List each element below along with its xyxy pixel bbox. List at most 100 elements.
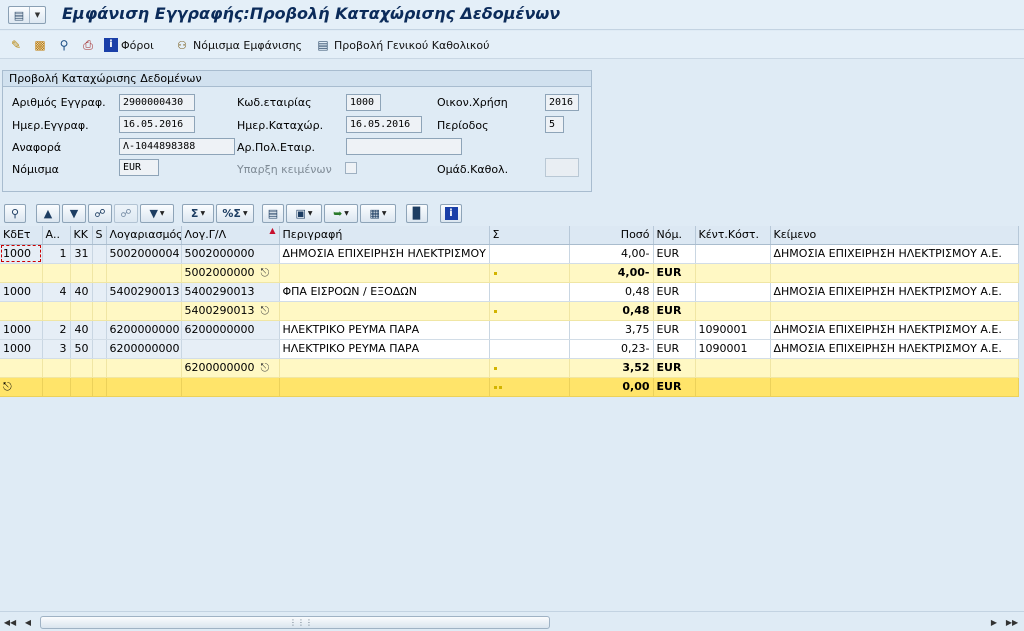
- column-header[interactable]: Α..: [42, 226, 71, 245]
- cell-account[interactable]: 6200000000: [106, 339, 182, 359]
- subtotal-button[interactable]: %Σ ▼: [216, 204, 254, 223]
- export-button[interactable]: ➥ ▼: [324, 204, 358, 223]
- cell-sigma[interactable]: [489, 320, 570, 340]
- cell-currency[interactable]: EUR: [653, 339, 696, 359]
- cell-item[interactable]: 2: [42, 320, 71, 340]
- subtotal-row[interactable]: 5002000000 ⎋ 4,00- EUR: [0, 263, 1019, 283]
- cell-gl-account[interactable]: 5002000000: [181, 244, 280, 264]
- sort-descending-button[interactable]: ▼: [62, 204, 86, 223]
- horizontal-scrollbar[interactable]: ◀◀ ◀ ⋮⋮⋮ ▶ ▶▶: [0, 611, 1024, 631]
- information-button[interactable]: i: [440, 204, 462, 223]
- scroll-left-button[interactable]: ◀: [20, 615, 36, 630]
- print-button[interactable]: ⎙: [80, 35, 96, 55]
- cell-company-code[interactable]: 1000: [0, 339, 43, 359]
- subtotal-amount[interactable]: 3,52: [569, 358, 654, 378]
- subtotal-amount[interactable]: 4,00-: [569, 263, 654, 283]
- column-header[interactable]: Λογαριασμός: [106, 226, 182, 245]
- cell-amount[interactable]: 0,23-: [569, 339, 654, 359]
- column-header[interactable]: Νόμ.: [653, 226, 696, 245]
- cell-gl-account[interactable]: 5400290013: [181, 282, 280, 302]
- views-button[interactable]: ▣ ▼: [286, 204, 322, 223]
- table-row[interactable]: 1000 2 40 6200000000 6200000000 ΗΛΕΚΤΡΙΚ…: [0, 320, 1019, 340]
- total-button[interactable]: Σ ▼: [182, 204, 214, 223]
- table-row[interactable]: 1000 1 31 5002000004 5002000000 ΔΗΜΟΣΙΑ …: [0, 244, 1019, 264]
- posting-date-field[interactable]: 16.05.2016: [346, 116, 422, 133]
- cell-company-code[interactable]: 1000: [0, 320, 43, 340]
- subtotal-currency[interactable]: EUR: [653, 358, 696, 378]
- cell-gl-account[interactable]: [181, 339, 280, 359]
- cell-item[interactable]: 3: [42, 339, 71, 359]
- currency-field[interactable]: EUR: [119, 159, 159, 176]
- cell-currency[interactable]: EUR: [653, 282, 696, 302]
- cell-amount[interactable]: 0,48: [569, 282, 654, 302]
- texts-exist-checkbox[interactable]: [345, 162, 357, 174]
- column-header[interactable]: Κέντ.Κόστ.: [695, 226, 771, 245]
- column-header[interactable]: Σ: [489, 226, 570, 245]
- subtotal-currency[interactable]: EUR: [653, 263, 696, 283]
- doc-date-field[interactable]: 16.05.2016: [119, 116, 195, 133]
- partner-company-field[interactable]: [346, 138, 462, 155]
- cell-special-gl[interactable]: [92, 282, 107, 302]
- cell-cost-center[interactable]: [695, 282, 771, 302]
- cell-text[interactable]: ΔΗΜΟΣΙΑ ΕΠΙΧΕΙΡΗΣΗ ΗΛΕΚΤΡΙΣΜΟΥ Α.Ε.: [770, 339, 1019, 359]
- cell-item[interactable]: 1: [42, 244, 71, 264]
- column-header[interactable]: Κείμενο: [770, 226, 1019, 245]
- print-preview-button[interactable]: ▤: [262, 204, 284, 223]
- column-header-gl-account[interactable]: Λογ.Γ/Λ ▲: [181, 226, 280, 245]
- subtotal-row[interactable]: 6200000000 ⎋ 3,52 EUR: [0, 358, 1019, 378]
- table-row[interactable]: 1000 4 40 5400290013 5400290013 ΦΠΑ ΕΙΣΡ…: [0, 282, 1019, 302]
- cell-text[interactable]: ΔΗΜΟΣΙΑ ΕΠΙΧΕΙΡΗΣΗ ΗΛΕΚΤΡΙΣΜΟΥ Α.Ε.: [770, 282, 1019, 302]
- period-field[interactable]: 5: [545, 116, 564, 133]
- cell-cost-center[interactable]: 1090001: [695, 320, 771, 340]
- cell-special-gl[interactable]: [92, 244, 107, 264]
- scroll-right-button[interactable]: ▶: [986, 615, 1002, 630]
- cell-description[interactable]: ΦΠΑ ΕΙΣΡΟΩΝ / ΕΞΟΔΩΝ: [279, 282, 490, 302]
- cell-gl-account[interactable]: 6200000000: [181, 320, 280, 340]
- reference-field[interactable]: Λ-1044898388: [119, 138, 235, 155]
- cell-cost-center[interactable]: [695, 244, 771, 264]
- column-header[interactable]: ΚΚ: [70, 226, 93, 245]
- grand-total-row[interactable]: ⎋ 0,00 EUR: [0, 377, 1019, 397]
- document-header-button[interactable]: ▩: [32, 35, 48, 55]
- system-menu-button[interactable]: ▤ ▼: [8, 6, 46, 24]
- find-button[interactable]: ☍: [88, 204, 112, 223]
- subtotal-gl-account[interactable]: 6200000000 ⎋: [181, 358, 280, 378]
- cell-special-gl[interactable]: [92, 320, 107, 340]
- subtotal-amount[interactable]: 0,48: [569, 301, 654, 321]
- general-ledger-view-button[interactable]: ▤ Προβολή Γενικού Καθολικού: [315, 35, 489, 55]
- ledger-group-field[interactable]: [545, 158, 579, 177]
- cell-text[interactable]: ΔΗΜΟΣΙΑ ΕΠΙΧΕΙΡΗΣΗ ΗΛΕΚΤΡΙΣΜΟΥ Α.Ε.: [770, 320, 1019, 340]
- column-header[interactable]: ΚδΕτ: [0, 226, 43, 245]
- cell-cost-center[interactable]: 1090001: [695, 339, 771, 359]
- cell-description[interactable]: ΗΛΕΚΤΡΙΚΟ ΡΕΥΜΑ ΠΑΡΑ: [279, 339, 490, 359]
- cell-special-gl[interactable]: [92, 339, 107, 359]
- cell-company-code[interactable]: 1000: [0, 244, 43, 264]
- subtotal-gl-account[interactable]: 5002000000 ⎋: [181, 263, 280, 283]
- cell-posting-key[interactable]: 40: [70, 320, 93, 340]
- column-header[interactable]: Περιγραφή: [279, 226, 490, 245]
- cell-account[interactable]: 5400290013: [106, 282, 182, 302]
- subtotal-currency[interactable]: EUR: [653, 301, 696, 321]
- company-code-field[interactable]: 1000: [346, 94, 381, 111]
- layout-button[interactable]: ▦ ▼: [360, 204, 396, 223]
- display-currency-button[interactable]: ⚇ Νόμισμα Εμφάνισης: [174, 35, 302, 55]
- table-row[interactable]: 1000 3 50 6200000000 ΗΛΕΚΤΡΙΚΟ ΡΕΥΜΑ ΠΑΡ…: [0, 339, 1019, 359]
- cell-sigma[interactable]: [489, 339, 570, 359]
- total-currency[interactable]: EUR: [653, 377, 696, 397]
- cell-company-code[interactable]: 1000: [0, 282, 43, 302]
- scroll-last-button[interactable]: ▶▶: [1004, 615, 1020, 630]
- sort-ascending-button[interactable]: ▲: [36, 204, 60, 223]
- cell-currency[interactable]: EUR: [653, 320, 696, 340]
- cell-account[interactable]: 6200000000: [106, 320, 182, 340]
- scroll-first-button[interactable]: ◀◀: [2, 615, 18, 630]
- filter-button[interactable]: ▼ ▼: [140, 204, 174, 223]
- cell-posting-key[interactable]: 31: [70, 244, 93, 264]
- details-button[interactable]: ⚲: [4, 204, 26, 223]
- cell-posting-key[interactable]: 40: [70, 282, 93, 302]
- cell-currency[interactable]: EUR: [653, 244, 696, 264]
- cell-item[interactable]: 4: [42, 282, 71, 302]
- cell-account[interactable]: 5002000004: [106, 244, 182, 264]
- taxes-button[interactable]: i Φόροι: [104, 35, 154, 55]
- cell-posting-key[interactable]: 50: [70, 339, 93, 359]
- cell-text[interactable]: ΔΗΜΟΣΙΑ ΕΠΙΧΕΙΡΗΣΗ ΗΛΕΚΤΡΙΣΜΟΥ Α.Ε.: [770, 244, 1019, 264]
